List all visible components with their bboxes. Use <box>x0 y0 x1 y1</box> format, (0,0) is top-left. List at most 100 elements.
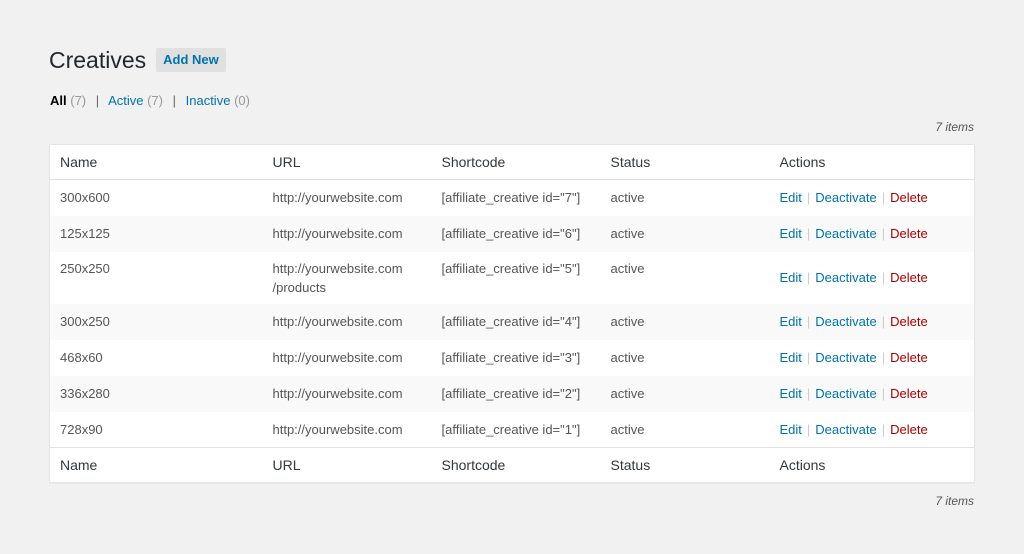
delete-link[interactable]: Delete <box>890 190 928 205</box>
table-row: 468x60 http://yourwebsite.com [affiliate_c… <box>50 340 975 376</box>
delete-link[interactable]: Delete <box>890 314 928 329</box>
cell-shortcode: [affiliate_creative id="5"] <box>441 260 581 276</box>
cell-status: active <box>600 375 770 412</box>
delete-link[interactable]: Delete <box>890 422 928 437</box>
delete-link[interactable]: Delete <box>890 270 928 285</box>
edit-link[interactable]: Edit <box>780 190 802 205</box>
cell-url: http://yourwebsite.com <box>262 215 432 252</box>
cell-shortcode: [affiliate_creative id="7"] <box>441 190 581 206</box>
page-title: Creatives <box>49 47 147 73</box>
edit-link[interactable]: Edit <box>780 350 802 365</box>
action-separator: | <box>806 190 811 206</box>
column-header-shortcode: Shortcode <box>431 144 601 180</box>
action-separator: | <box>881 350 886 365</box>
cell-name: 125x125 <box>49 215 263 252</box>
table-footer: Name URL Shortcode Status Actions <box>49 447 975 483</box>
cell-status: active <box>600 303 770 340</box>
filter-inactive[interactable]: Inactive <box>186 93 231 108</box>
action-separator: | <box>806 314 811 329</box>
cell-name: 468x60 <box>60 350 103 365</box>
deactivate-link[interactable]: Deactivate <box>815 270 876 285</box>
cell-actions: Edit | Deactivate | Delete <box>769 215 975 252</box>
filter-active[interactable]: Active <box>108 93 143 108</box>
filter-separator: | <box>95 93 100 108</box>
cell-url-text: http://yourwebsite.com <box>272 190 403 206</box>
cell-url-text: http://yourwebsite.com <box>272 350 403 365</box>
cell-actions: Edit | Deactivate | Delete <box>769 375 975 412</box>
edit-link[interactable]: Edit <box>780 314 802 329</box>
cell-shortcode: [affiliate_creative id="6"] <box>431 215 601 252</box>
filter-all[interactable]: All <box>50 93 67 108</box>
deactivate-link[interactable]: Deactivate <box>815 386 876 401</box>
cell-actions: Edit | Deactivate | Delete <box>769 303 975 340</box>
filter-active-count: (7) <box>147 93 163 108</box>
action-separator: | <box>806 226 811 241</box>
table-row: 300x250 http://yourwebsite.com [affiliate_… <box>49 303 975 340</box>
column-header-url: URL <box>262 144 432 180</box>
delete-link[interactable]: Delete <box>890 386 928 401</box>
edit-link[interactable]: Edit <box>780 226 802 241</box>
items-count-top: 7 items <box>935 120 974 134</box>
column-header-status: Status <box>600 144 770 180</box>
column-footer-shortcode: Shortcode <box>431 447 601 483</box>
cell-url-text: http://yourwebsite.com <box>272 314 403 329</box>
cell-name: 300x250 <box>49 303 263 340</box>
action-separator: | <box>881 190 886 206</box>
table-header: Name URL Shortcode Status Actions <box>49 144 975 180</box>
cell-status: active <box>600 215 770 252</box>
creatives-table: Name URL Shortcode Status Actions 300x60… <box>49 144 975 483</box>
column-footer-actions: Actions <box>769 447 975 483</box>
action-separator: | <box>881 226 886 241</box>
cell-name: 728x90 <box>60 421 103 437</box>
cell-url: http://yourwebsite.com <box>263 412 432 448</box>
cell-actions: Edit | Deactivate | Delete <box>770 340 975 376</box>
edit-link[interactable]: Edit <box>780 270 802 285</box>
action-separator: | <box>806 421 811 437</box>
action-separator: | <box>806 386 811 401</box>
filter-all-count: (7) <box>70 93 87 108</box>
table-row: 250x250 http://yourwebsite.com/products [a… <box>50 252 975 304</box>
action-separator: | <box>881 386 886 401</box>
cell-shortcode: [affiliate_creative id="1"] <box>441 421 581 437</box>
action-separator: | <box>806 350 811 365</box>
cell-url: http://yourwebsite.com <box>263 180 432 216</box>
cell-url: http://yourwebsite.com <box>262 375 432 412</box>
table-row: 125x125 http://yourwebsite.com [affiliate_… <box>49 215 975 252</box>
delete-link[interactable]: Delete <box>890 350 928 365</box>
deactivate-link[interactable]: Deactivate <box>815 314 876 329</box>
cell-status: active <box>610 190 645 206</box>
edit-link[interactable]: Edit <box>780 422 802 437</box>
filter-separator: | <box>172 93 176 108</box>
cell-name: 300x600 <box>60 190 110 206</box>
cell-name: 336x280 <box>49 375 263 412</box>
cell-url: http://yourwebsite.com/products <box>263 252 432 304</box>
cell-url-text: http://yourwebsite.com <box>272 226 403 241</box>
cell-name: 250x250 <box>60 260 110 276</box>
cell-url-text: http://yourwebsite.com <box>272 421 403 437</box>
cell-url: http://yourwebsite.com <box>262 303 432 340</box>
cell-url-text-cont: /products <box>272 279 326 295</box>
edit-link[interactable]: Edit <box>780 386 802 401</box>
table-row: 300x600 http://yourwebsite.com [affiliate_… <box>50 180 975 216</box>
action-separator: | <box>881 314 886 329</box>
items-count-bottom: 7 items <box>935 494 974 508</box>
cell-actions: Edit | Deactivate | Delete <box>770 180 975 216</box>
action-separator: | <box>881 421 886 437</box>
delete-link[interactable]: Delete <box>890 226 928 241</box>
deactivate-link[interactable]: Deactivate <box>815 422 876 437</box>
deactivate-link[interactable]: Deactivate <box>815 350 876 365</box>
deactivate-link[interactable]: Deactivate <box>815 226 876 241</box>
column-footer-status: Status <box>600 447 770 483</box>
cell-actions: Edit | Deactivate | Delete <box>770 252 975 304</box>
cell-status: active <box>610 350 645 365</box>
page-heading: Creatives Add New <box>49 46 226 74</box>
table-row: 336x280 http://yourwebsite.com [affiliate_… <box>49 375 975 412</box>
column-header-actions: Actions <box>769 144 975 180</box>
action-separator: | <box>881 270 886 285</box>
add-new-button[interactable]: Add New <box>156 48 226 72</box>
filter-inactive-count: (0) <box>234 93 250 108</box>
cell-shortcode: [affiliate_creative id="4"] <box>431 303 601 340</box>
cell-status: active <box>610 260 645 276</box>
cell-shortcode: [affiliate_creative id="3"] <box>441 350 581 365</box>
deactivate-link[interactable]: Deactivate <box>815 190 876 205</box>
